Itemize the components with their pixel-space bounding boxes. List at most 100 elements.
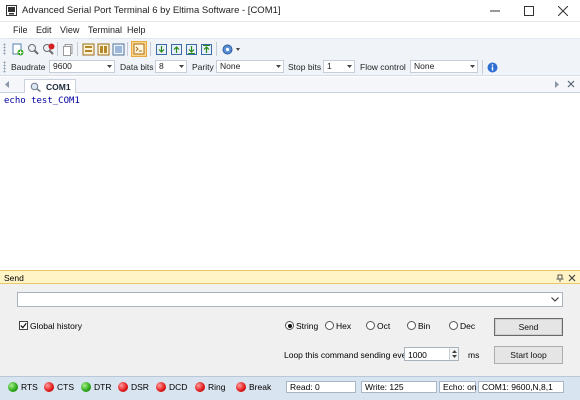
menu-view[interactable]: View bbox=[60, 25, 79, 35]
menu-help[interactable]: Help bbox=[127, 25, 146, 35]
tab-com1[interactable]: COM1 bbox=[24, 79, 76, 94]
menu-bar: File Edit View Terminal Help bbox=[0, 22, 580, 38]
scroll-left-icon[interactable] bbox=[5, 81, 10, 88]
upload-icon[interactable] bbox=[168, 41, 184, 57]
flowcontrol-value: None bbox=[414, 61, 435, 71]
chevron-down-icon[interactable] bbox=[551, 297, 559, 302]
echo-status: Echo: on bbox=[439, 381, 477, 393]
toolbar-separator bbox=[77, 42, 78, 56]
menu-file[interactable]: File bbox=[13, 25, 28, 35]
close-button[interactable] bbox=[546, 0, 580, 22]
ring-led-icon bbox=[195, 382, 205, 392]
ring-label: Ring bbox=[208, 382, 226, 392]
global-history-checkbox[interactable] bbox=[19, 321, 28, 330]
databits-select[interactable]: 8 bbox=[155, 60, 187, 73]
format-oct-radio[interactable] bbox=[366, 321, 375, 330]
maximize-button[interactable] bbox=[512, 0, 546, 22]
download-icon[interactable] bbox=[153, 41, 169, 57]
receive-file-icon[interactable] bbox=[183, 41, 199, 57]
port-info: COM1: 9600,N,8,1 bbox=[478, 381, 564, 393]
terminal-view-icon[interactable] bbox=[131, 41, 147, 57]
dsr-led-icon bbox=[118, 382, 128, 392]
toolbar-grip[interactable] bbox=[3, 43, 6, 55]
options-dropdown[interactable] bbox=[220, 41, 244, 57]
chevron-down-icon bbox=[274, 61, 283, 72]
format-hex-radio[interactable] bbox=[325, 321, 334, 330]
dtr-label: DTR bbox=[94, 382, 112, 392]
toolbar-separator bbox=[150, 42, 151, 56]
chevron-down-icon bbox=[345, 61, 354, 72]
pin-icon[interactable] bbox=[556, 274, 564, 282]
send-panel-header: Send bbox=[0, 270, 580, 284]
minimize-button[interactable] bbox=[478, 0, 512, 22]
baudrate-select[interactable]: 9600 bbox=[49, 60, 115, 73]
dsr-label: DSR bbox=[131, 382, 149, 392]
toolbar-separator bbox=[127, 42, 128, 56]
parity-select[interactable]: None bbox=[216, 60, 284, 73]
toolbar-separator bbox=[216, 42, 217, 56]
databits-value: 8 bbox=[159, 61, 164, 71]
stopbits-label: Stop bits bbox=[288, 62, 322, 72]
info-icon[interactable] bbox=[484, 59, 500, 75]
dtr-led-icon bbox=[81, 382, 91, 392]
stopbits-select[interactable]: 1 bbox=[323, 60, 355, 73]
port-tab-icon bbox=[30, 82, 42, 92]
terminal-text: echo test_COM1 bbox=[4, 96, 80, 106]
rts-label: RTS bbox=[21, 382, 38, 392]
menu-terminal[interactable]: Terminal bbox=[88, 25, 122, 35]
flowcontrol-select[interactable]: None bbox=[410, 60, 478, 73]
window-title: Advanced Serial Port Terminal 6 by Eltim… bbox=[22, 5, 281, 16]
start-loop-button[interactable]: Start loop bbox=[494, 346, 563, 364]
break-label: Break bbox=[249, 382, 272, 392]
loop-interval-value: 1000 bbox=[408, 350, 427, 360]
toolbar-grip[interactable] bbox=[3, 61, 6, 73]
scroll-right-icon[interactable] bbox=[554, 81, 559, 88]
view-mode-2-icon[interactable] bbox=[95, 41, 111, 57]
cts-label: CTS bbox=[57, 382, 74, 392]
read-counter: Read: 0 bbox=[286, 381, 356, 393]
loop-unit-label: ms bbox=[468, 350, 480, 360]
disconnect-icon[interactable] bbox=[40, 41, 56, 57]
baudrate-label: Baudrate bbox=[11, 62, 46, 72]
app-icon bbox=[6, 5, 17, 16]
close-panel-icon[interactable] bbox=[568, 274, 576, 282]
chevron-down-icon bbox=[452, 355, 457, 358]
checkmark-icon bbox=[20, 322, 27, 329]
loop-interval-stepper[interactable]: 1000 bbox=[404, 347, 459, 361]
command-input[interactable] bbox=[17, 292, 563, 307]
format-dec-radio[interactable] bbox=[449, 321, 458, 330]
chevron-down-icon bbox=[468, 61, 477, 72]
global-history-label: Global history bbox=[30, 321, 82, 331]
view-mode-1-icon[interactable] bbox=[80, 41, 96, 57]
parity-label: Parity bbox=[192, 62, 214, 72]
chevron-up-icon bbox=[452, 350, 457, 353]
toolbar-separator bbox=[57, 42, 58, 56]
stopbits-value: 1 bbox=[327, 61, 332, 71]
flowcontrol-label: Flow control bbox=[360, 62, 406, 72]
databits-label: Data bits bbox=[120, 62, 154, 72]
format-string-label: String bbox=[296, 321, 319, 331]
baudrate-value: 9600 bbox=[53, 61, 72, 71]
loop-label: Loop this command sending every bbox=[284, 350, 414, 360]
format-string-radio[interactable] bbox=[285, 321, 294, 330]
new-session-icon[interactable] bbox=[9, 41, 25, 57]
parity-value: None bbox=[220, 61, 241, 71]
view-mode-3-icon[interactable] bbox=[110, 41, 126, 57]
find-port-icon[interactable] bbox=[25, 41, 41, 57]
send-panel-title: Send bbox=[4, 273, 24, 283]
dcd-label: DCD bbox=[169, 382, 188, 392]
main-toolbar bbox=[0, 38, 580, 58]
menu-edit[interactable]: Edit bbox=[36, 25, 52, 35]
dcd-led-icon bbox=[156, 382, 166, 392]
format-bin-radio[interactable] bbox=[407, 321, 416, 330]
send-button[interactable]: Send bbox=[494, 318, 563, 336]
close-tab-icon[interactable] bbox=[567, 80, 575, 88]
session-tab-strip bbox=[0, 77, 580, 93]
format-oct-label: Oct bbox=[377, 321, 391, 331]
stepper-arrows[interactable] bbox=[449, 348, 458, 360]
break-led-icon bbox=[236, 382, 246, 392]
send-file-icon[interactable] bbox=[198, 41, 214, 57]
terminal-output[interactable] bbox=[0, 93, 580, 270]
format-hex-label: Hex bbox=[336, 321, 352, 331]
copy-icon[interactable] bbox=[60, 41, 76, 57]
